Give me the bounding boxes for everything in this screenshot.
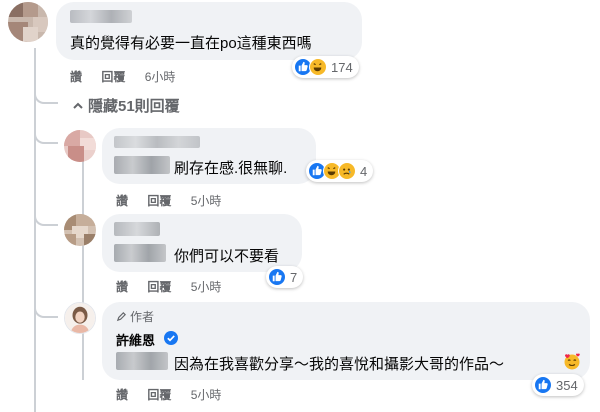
blurred-mention [114,244,166,262]
reactions-summary[interactable]: 7 [266,266,304,288]
comment-actions: 讚 回覆 5小時 [116,278,237,295]
like-icon [268,268,286,286]
thread-line-reply [82,160,84,380]
heart-face-emoji-icon [562,351,582,371]
timestamp[interactable]: 6小時 [145,68,176,85]
blurred-username [70,10,132,23]
comment-text: 真的覺得有必要一直在po這種東西嗎 [70,35,312,52]
comment-text: 刷存在感.很無聊. [174,160,288,177]
thread-branch [34,304,58,318]
comment-text: 你們可以不要看 [174,248,280,265]
avatar[interactable] [64,130,96,162]
sad-icon [338,162,356,180]
like-link[interactable]: 讚 [116,192,128,209]
timestamp[interactable]: 5小時 [191,278,222,295]
comment-bubble: 你們可以不要看 [102,214,302,272]
comment-bubble: 刷存在感.很無聊. [102,128,316,184]
like-link[interactable]: 讚 [116,386,128,403]
like-link[interactable]: 讚 [70,68,82,85]
thread-branch [34,130,58,144]
chevron-up-icon [73,102,83,109]
reactions-summary[interactable]: 4 [306,160,374,182]
reaction-count: 4 [360,163,368,179]
like-icon [534,376,552,394]
hide-replies-label: 隱藏51則回覆 [88,98,180,115]
author-avatar[interactable] [64,302,96,334]
thread-line [34,48,36,412]
reply-link[interactable]: 回覆 [147,278,171,295]
comment-text: 因為在我喜歡分享～我的喜悅和攝影大哥的作品～ [174,356,505,373]
comment-actions: 讚 回覆 5小時 [116,386,237,403]
avatar[interactable] [64,214,96,246]
timestamp[interactable]: 5小時 [191,386,222,403]
avatar[interactable] [8,2,48,42]
comment-actions: 讚 回覆 6小時 [70,68,191,85]
thread-branch [34,90,58,104]
hide-replies-toggle[interactable]: 隱藏51則回覆 [72,95,180,116]
pencil-icon [116,311,127,322]
comment-bubble: 作者 許維恩 因為在我喜歡分享～我的喜悅和攝影大哥的作品～ [102,302,590,380]
reply-link[interactable]: 回覆 [101,68,125,85]
author-badge-label: 作者 [130,310,155,324]
haha-icon [309,58,327,76]
reaction-count: 7 [290,269,298,285]
reactions-summary[interactable]: 174 [292,56,359,78]
author-badge: 作者 [116,308,154,325]
reply-link[interactable]: 回覆 [147,192,171,209]
reply-link[interactable]: 回覆 [147,386,171,403]
blurred-mention [116,352,168,370]
author-name[interactable]: 許維恩 [116,330,155,349]
like-link[interactable]: 讚 [116,278,128,295]
comment-actions: 讚 回覆 5小時 [116,192,237,209]
blurred-username [114,222,160,236]
comment-bubble: 真的覺得有必要一直在po這種東西嗎 [56,2,362,60]
verified-badge-icon [164,331,178,345]
thread-branch [34,212,58,226]
blurred-username [114,136,200,148]
reaction-count: 174 [331,59,353,75]
timestamp[interactable]: 5小時 [191,192,222,209]
reactions-summary[interactable]: 354 [532,374,584,396]
blurred-mention [114,156,170,174]
reaction-count: 354 [556,377,578,393]
